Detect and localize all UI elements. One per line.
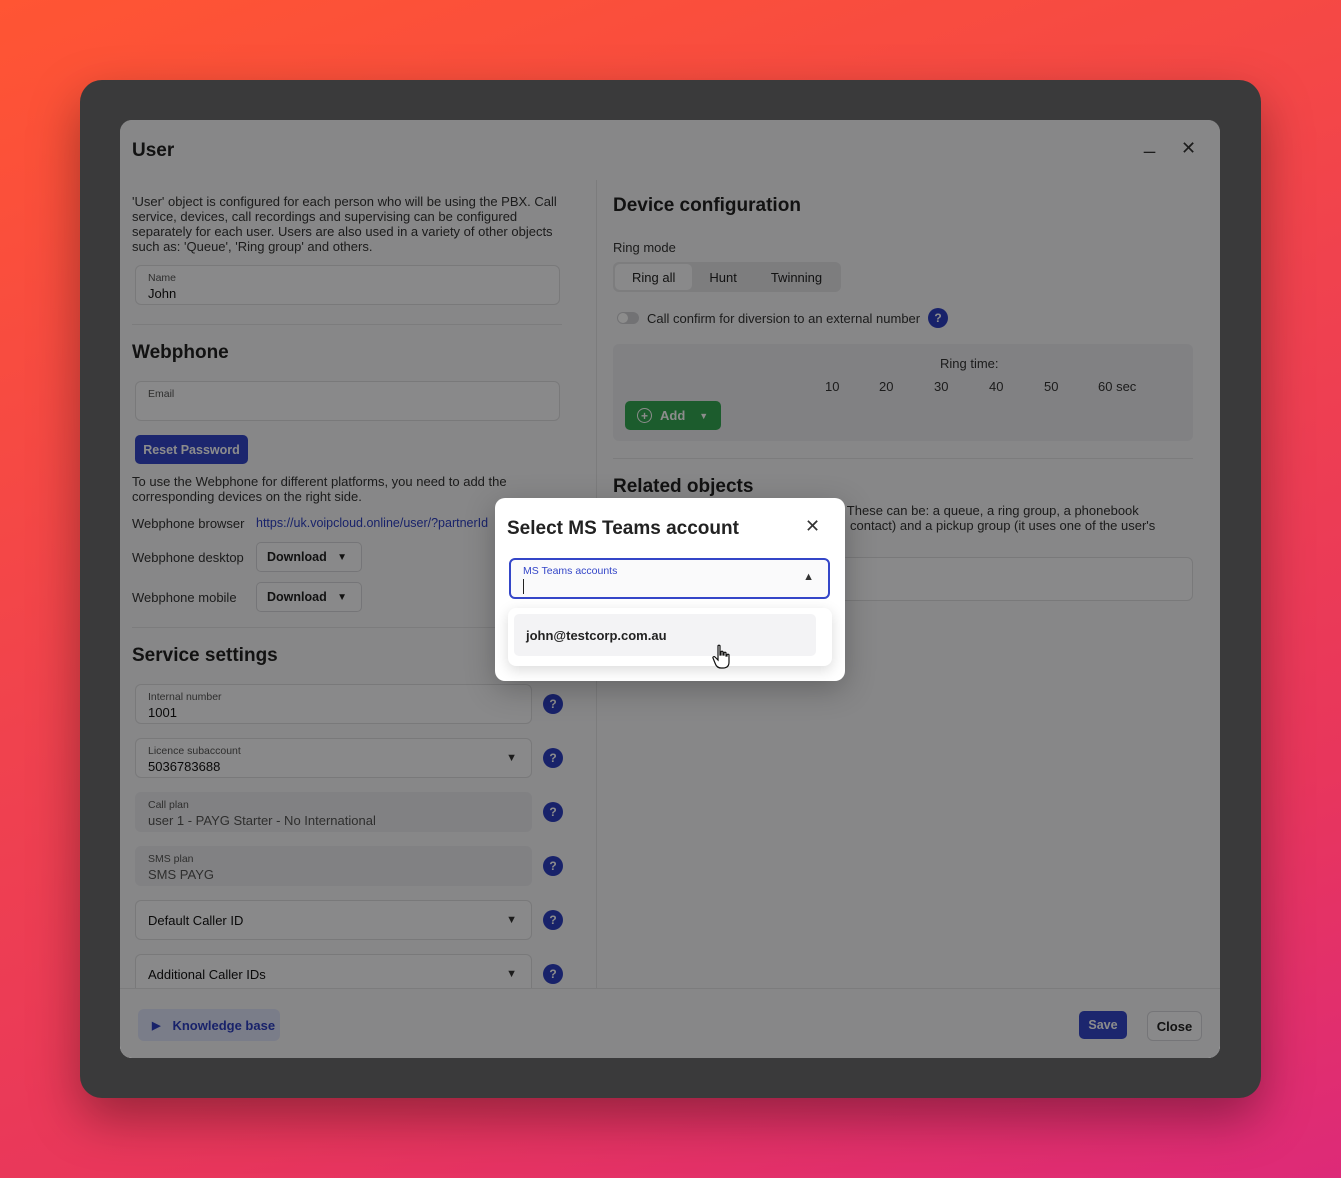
ms-teams-accounts-dropdown: john@testcorp.com.au bbox=[508, 608, 832, 666]
modal-title: Select MS Teams account bbox=[507, 518, 739, 539]
close-icon[interactable]: ✕ bbox=[805, 516, 820, 537]
ms-teams-account-option[interactable]: john@testcorp.com.au bbox=[514, 614, 816, 656]
ms-teams-accounts-combobox[interactable]: MS Teams accounts ▲ bbox=[509, 558, 830, 599]
chevron-up-icon[interactable]: ▲ bbox=[803, 571, 814, 583]
select-ms-teams-modal: Select MS Teams account ✕ MS Teams accou… bbox=[495, 498, 845, 681]
ms-teams-accounts-label: MS Teams accounts bbox=[523, 565, 618, 577]
ms-teams-accounts-input[interactable] bbox=[523, 579, 763, 594]
hand-cursor-icon bbox=[712, 644, 730, 669]
